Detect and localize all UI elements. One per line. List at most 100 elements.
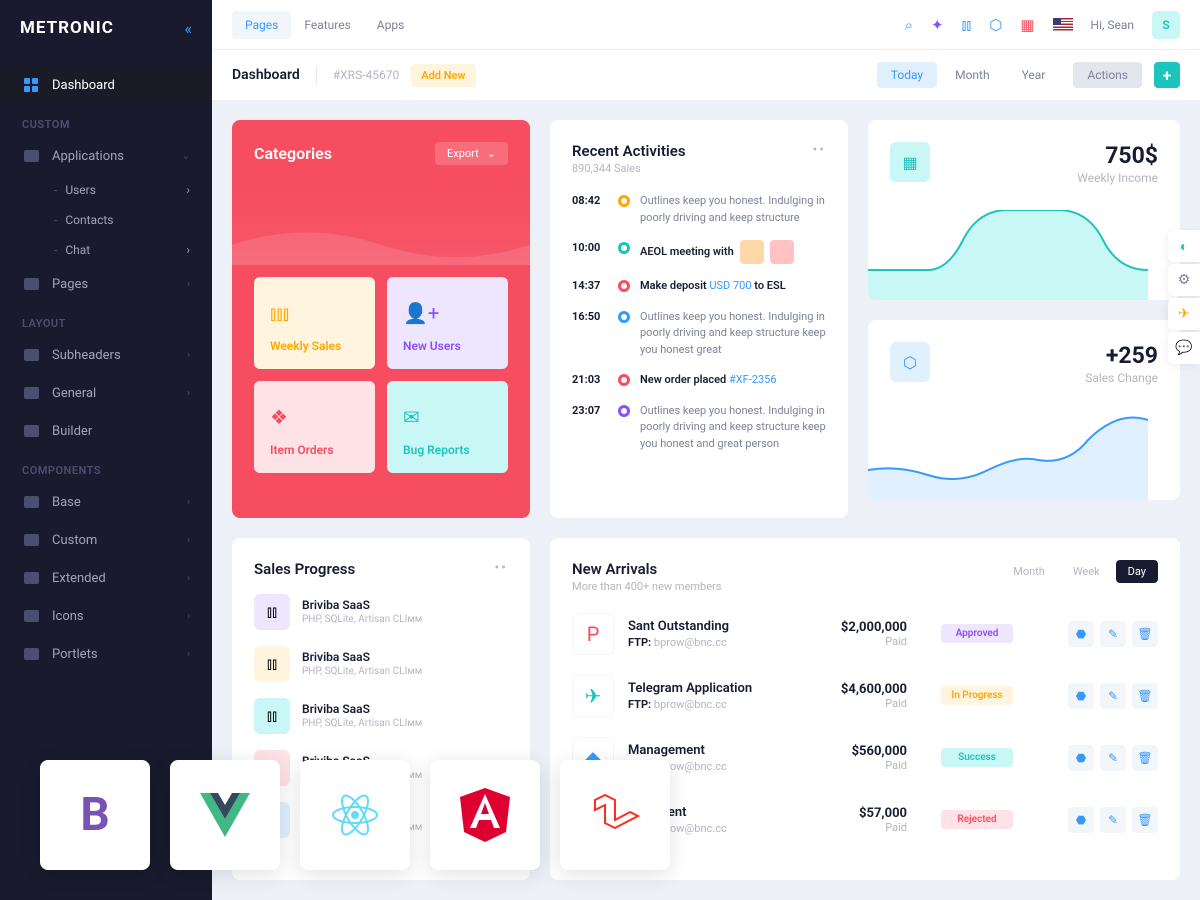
status-badge: Rejected (941, 810, 1013, 829)
weekly-sales-card[interactable]: ⫾⫾⫾Weekly Sales (254, 277, 375, 369)
laravel-icon[interactable] (560, 760, 670, 870)
react-icon[interactable] (300, 760, 410, 870)
export-button[interactable]: Export⌄ (435, 142, 508, 165)
nav-extended[interactable]: Extended› (0, 559, 212, 597)
status-badge: Success (941, 748, 1013, 767)
new-users-card[interactable]: 👤+New Users (387, 277, 508, 369)
add-button[interactable]: + (1154, 62, 1180, 88)
nav-general[interactable]: General› (0, 374, 212, 412)
item-orders-card[interactable]: ❖Item Orders (254, 381, 375, 473)
chat-icon[interactable]: 💬 (1168, 332, 1200, 364)
nav-builder[interactable]: Builder (0, 412, 212, 450)
angular-icon[interactable] (430, 760, 540, 870)
timeline-dot-icon (618, 311, 630, 323)
edit-icon[interactable]: ✎ (1100, 745, 1126, 771)
progress-item[interactable]: ⫾⫾ Briviba SaaSPHP, SQLite, Artisan CLIм… (254, 646, 508, 682)
period-year[interactable]: Year (1008, 62, 1060, 88)
tab-apps[interactable]: Apps (364, 11, 418, 39)
avatar-icon (770, 240, 794, 264)
timeline-time: 23:07 (572, 403, 608, 453)
delete-icon[interactable]: 🗑 (1132, 807, 1158, 833)
nav-contacts[interactable]: -Contacts (0, 205, 212, 235)
categories-card: Categories Export⌄ ⫾⫾⫾Weekly Sales 👤+New… (232, 120, 530, 518)
seg-day[interactable]: Day (1116, 560, 1158, 583)
cart-icon[interactable]: ⬡ (989, 16, 1002, 34)
bootstrap-icon[interactable]: B (40, 760, 150, 870)
weekly-income-card: ▦ 750$ Weekly Income (868, 120, 1180, 300)
nav-base[interactable]: Base› (0, 483, 212, 521)
edit-icon[interactable]: ✎ (1100, 621, 1126, 647)
flag-us-icon[interactable] (1053, 18, 1073, 32)
add-new-button[interactable]: Add New (411, 64, 475, 87)
theme-icon[interactable]: ◐ (1168, 230, 1200, 262)
period-month[interactable]: Month (941, 62, 1003, 88)
tab-features[interactable]: Features (291, 11, 363, 39)
sales-change-card: ⬡ +259 Sales Change (868, 320, 1180, 500)
more-icon[interactable]: •• (813, 142, 826, 175)
chart-icon[interactable]: ⫾⫾ (962, 16, 972, 34)
section-components: COMPONENTS (0, 450, 212, 483)
bars-icon: ⫾⫾⫾ (270, 301, 359, 325)
status-badge: Approved (941, 624, 1013, 643)
toggle-icon[interactable]: ⬣ (1068, 621, 1094, 647)
arrival-row: P Sant OutstandingFTP: bprow@bnc.cc $2,0… (572, 613, 1158, 655)
more-icon[interactable]: •• (495, 560, 508, 578)
project-icon: ⫾⫾ (254, 594, 290, 630)
delete-icon[interactable]: 🗑 (1132, 745, 1158, 771)
nav-users[interactable]: -Users› (0, 175, 212, 205)
timeline-dot-icon (618, 242, 630, 254)
nav-portlets[interactable]: Portlets› (0, 635, 212, 673)
mail-icon: ✉ (403, 405, 492, 429)
chevron-down-icon: ⌄ (182, 151, 190, 162)
section-layout: LAYOUT (0, 303, 212, 336)
delete-icon[interactable]: 🗑 (1132, 621, 1158, 647)
progress-item[interactable]: ⫾⫾ Briviba SaaSPHP, SQLite, Artisan CLIм… (254, 594, 508, 630)
bug-reports-card[interactable]: ✉Bug Reports (387, 381, 508, 473)
timeline-time: 10:00 (572, 240, 608, 264)
timeline-text: New order placed #XF-2356 (640, 372, 826, 389)
nav-applications[interactable]: Applications ⌄ (0, 137, 212, 175)
timeline-text: Outlines keep you honest. Indulging in p… (640, 309, 826, 359)
arrival-row: ✈ Telegram ApplicationFTP: bprow@bnc.cc … (572, 675, 1158, 717)
grid-icon[interactable]: ▦ (1020, 16, 1034, 34)
timeline-dot-icon (618, 374, 630, 386)
user-avatar[interactable]: S (1152, 11, 1180, 39)
edit-icon[interactable]: ✎ (1100, 807, 1126, 833)
search-icon[interactable]: ⌕ (905, 16, 913, 34)
settings-icon[interactable]: ⚙ (1168, 264, 1200, 296)
seg-week[interactable]: Week (1061, 560, 1112, 583)
chevron-down-icon: ⌄ (487, 147, 496, 160)
timeline-text: Make deposit USD 700 to ESL (640, 278, 826, 295)
tab-pages[interactable]: Pages (232, 11, 291, 39)
nav-custom[interactable]: Custom› (0, 521, 212, 559)
progress-item[interactable]: ⫾⫾ Briviba SaaSPHP, SQLite, Artisan CLIм… (254, 698, 508, 734)
seg-month[interactable]: Month (1001, 560, 1057, 583)
timeline-text: Outlines keep you honest. Indulging in p… (640, 193, 826, 226)
activities-card: Recent Activities 890,344 Sales •• 08:42… (550, 120, 848, 518)
toggle-icon[interactable]: ⬣ (1068, 807, 1094, 833)
section-custom: CUSTOM (0, 104, 212, 137)
nav-pages[interactable]: Pages› (0, 265, 212, 303)
vue-icon[interactable] (170, 760, 280, 870)
greeting: Hi, Sean (1091, 18, 1134, 32)
edit-icon[interactable]: ✎ (1100, 683, 1126, 709)
apps-icon (22, 147, 40, 165)
nav-icons[interactable]: Icons› (0, 597, 212, 635)
activities-subtitle: 890,344 Sales (572, 162, 686, 175)
nav-dashboard[interactable]: Dashboard (0, 66, 212, 104)
nav-chat[interactable]: -Chat› (0, 235, 212, 265)
delete-icon[interactable]: 🗑 (1132, 683, 1158, 709)
nav-subheaders[interactable]: Subheaders› (0, 336, 212, 374)
collapse-sidebar-icon[interactable]: « (184, 19, 192, 38)
record-code: #XRS-45670 (333, 68, 399, 82)
timeline-text: AEOL meeting with (640, 240, 826, 264)
toggle-icon[interactable]: ⬣ (1068, 683, 1094, 709)
actions-button[interactable]: Actions (1073, 62, 1142, 88)
period-today[interactable]: Today (877, 62, 937, 88)
pages-icon (22, 275, 40, 293)
compose-icon[interactable]: ✦ (931, 16, 944, 34)
toggle-icon[interactable]: ⬣ (1068, 745, 1094, 771)
diamond-icon: ❖ (270, 405, 359, 429)
arrival-icon: P (572, 613, 614, 655)
send-icon[interactable]: ✈ (1168, 298, 1200, 330)
